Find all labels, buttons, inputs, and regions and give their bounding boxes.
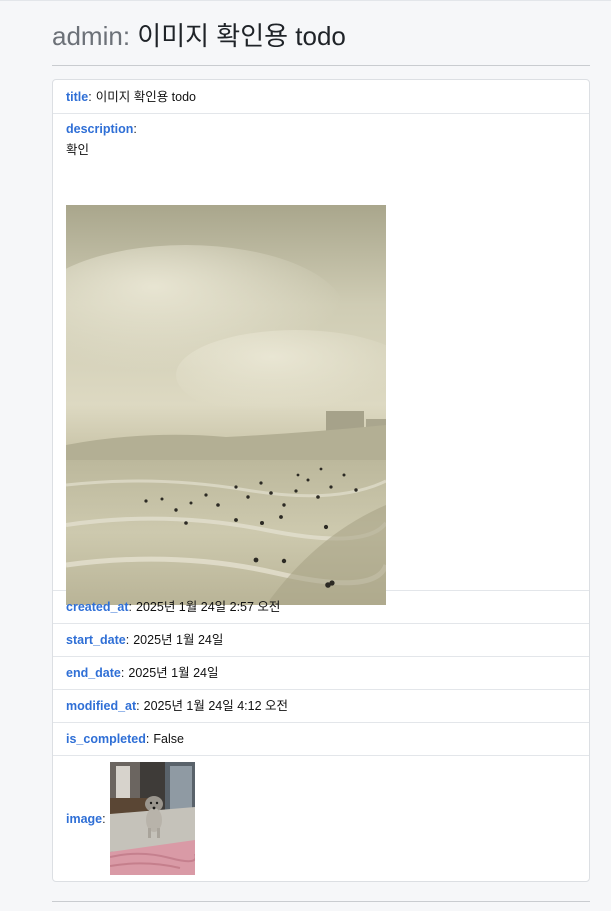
field-row-is-completed: is_completed: False [53, 723, 589, 756]
field-colon: : [125, 633, 130, 647]
field-row-start-date: start_date: 2025년 1월 24일 [53, 624, 589, 657]
page-title-prefix: admin [52, 21, 123, 51]
field-colon: : [88, 89, 92, 104]
field-row-image: image: [53, 756, 589, 881]
page-title-name: 이미지 확인용 todo [137, 21, 346, 51]
detail-card: title: 이미지 확인용 todo description: 확인 crea… [52, 79, 590, 882]
field-row-created-at: created_at: 2025년 1월 24일 2:57 오전 [53, 591, 589, 624]
field-row-title: title: 이미지 확인용 todo [53, 80, 589, 114]
description-beach-image [66, 205, 386, 605]
field-row-end-date: end_date: 2025년 1월 24일 [53, 657, 589, 690]
top-border [0, 0, 611, 1]
field-label-description: description [66, 122, 134, 136]
field-label-end-date: end_date [66, 666, 121, 680]
field-colon: : [102, 811, 106, 826]
field-label-image: image [66, 811, 103, 826]
page-title: admin: 이미지 확인용 todo [52, 18, 346, 54]
todo-image-thumbnail[interactable] [109, 762, 195, 875]
field-row-modified-at: modified_at: 2025년 1월 24일 4:12 오전 [53, 690, 589, 723]
field-colon: : [120, 666, 125, 680]
field-value-end-date: 2025년 1월 24일 [128, 666, 219, 680]
field-value-is-completed: False [153, 732, 184, 746]
field-colon: : [145, 732, 150, 746]
field-label-created-at: created_at [66, 600, 129, 614]
field-value-start-date: 2025년 1월 24일 [133, 633, 224, 647]
footer-divider [52, 901, 590, 902]
field-colon: : [133, 122, 137, 136]
title-divider [52, 65, 590, 66]
field-label-is-completed: is_completed [66, 732, 146, 746]
field-label-modified-at: modified_at [66, 699, 137, 713]
field-colon: : [136, 699, 140, 713]
field-label-start-date: start_date [66, 633, 126, 647]
field-label-title: title [66, 89, 89, 104]
field-row-description: description: 확인 [53, 114, 589, 605]
field-value-title: 이미지 확인용 todo [95, 89, 196, 104]
field-colon: : [128, 600, 133, 614]
page-title-separator: : [122, 21, 131, 51]
field-value-description: 확인 [66, 143, 90, 157]
field-value-created-at: 2025년 1월 24일 2:57 오전 [136, 600, 281, 614]
field-value-modified-at: 2025년 1월 24일 4:12 오전 [143, 699, 289, 713]
